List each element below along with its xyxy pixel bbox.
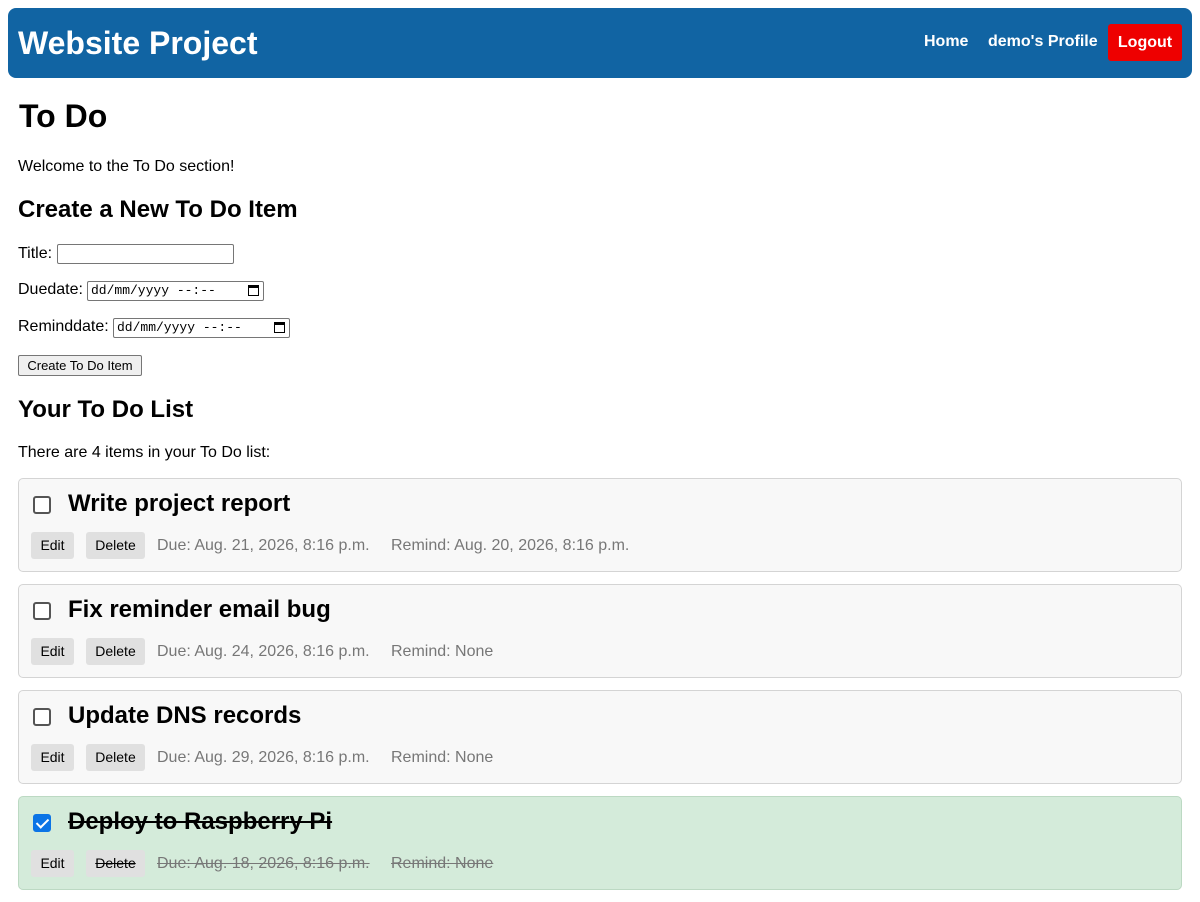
todo-due-date: Due: Aug. 21, 2026, 8:16 p.m. (157, 537, 370, 554)
todo-complete-checkbox[interactable] (33, 496, 51, 514)
todo-complete-checkbox[interactable] (33, 814, 51, 832)
todo-remind-date: Remind: None (391, 643, 494, 660)
todo-due-date: Due: Aug. 29, 2026, 8:16 p.m. (157, 749, 370, 766)
delete-button[interactable]: Delete (86, 532, 145, 559)
duedate-placeholder: dd/mm/yyyy --:-- (91, 283, 216, 298)
todo-remind-date: Remind: None (391, 749, 494, 766)
page-title: To Do (19, 98, 108, 134)
reminddate-input[interactable]: dd/mm/yyyy --:-- (113, 318, 290, 338)
todo-item-title: Write project report (68, 490, 291, 517)
create-todo-button[interactable]: Create To Do Item (18, 355, 142, 376)
create-form-heading: Create a New To Do Item (18, 196, 298, 223)
title-input[interactable] (57, 244, 234, 264)
edit-button[interactable]: Edit (31, 850, 74, 877)
top-navbar: Website Project Home demo's Profile Logo… (8, 8, 1192, 78)
duedate-input[interactable]: dd/mm/yyyy --:-- (87, 281, 264, 301)
nav-home-link[interactable]: Home (924, 32, 968, 52)
site-brand[interactable]: Website Project (18, 24, 257, 62)
todo-item-title: Fix reminder email bug (68, 596, 331, 623)
todo-complete-checkbox[interactable] (33, 708, 51, 726)
todo-list-heading: Your To Do List (18, 396, 194, 423)
calendar-icon[interactable] (248, 285, 259, 296)
title-label: Title: (18, 245, 53, 262)
reminddate-label: Reminddate: (18, 318, 109, 335)
todo-count-text: There are 4 items in your To Do list: (18, 444, 271, 461)
edit-button[interactable]: Edit (31, 744, 74, 771)
calendar-icon[interactable] (274, 322, 285, 333)
nav-profile-link[interactable]: demo's Profile (988, 32, 1098, 52)
todo-item-title: Deploy to Raspberry Pi (68, 808, 333, 835)
delete-button[interactable]: Delete (86, 850, 145, 877)
reminddate-placeholder: dd/mm/yyyy --:-- (117, 320, 242, 335)
todo-item-card: Fix reminder email bug Edit Delete Due: … (18, 584, 1182, 678)
edit-button[interactable]: Edit (31, 532, 74, 559)
todo-remind-date: Remind: Aug. 20, 2026, 8:16 p.m. (391, 537, 630, 554)
todo-due-date: Due: Aug. 24, 2026, 8:16 p.m. (157, 643, 370, 660)
welcome-text: Welcome to the To Do section! (18, 158, 235, 175)
todo-due-date: Due: Aug. 18, 2026, 8:16 p.m. (157, 855, 370, 872)
logout-button[interactable]: Logout (1108, 24, 1182, 61)
edit-button[interactable]: Edit (31, 638, 74, 665)
todo-item-card: Write project report Edit Delete Due: Au… (18, 478, 1182, 572)
todo-item-title: Update DNS records (68, 702, 302, 729)
delete-button[interactable]: Delete (86, 744, 145, 771)
todo-item-card: Update DNS records Edit Delete Due: Aug.… (18, 690, 1182, 784)
todo-item-card-completed: Deploy to Raspberry Pi Edit Delete Due: … (18, 796, 1182, 890)
todo-complete-checkbox[interactable] (33, 602, 51, 620)
duedate-label: Duedate: (18, 281, 83, 298)
todo-remind-date: Remind: None (391, 855, 494, 872)
delete-button[interactable]: Delete (86, 638, 145, 665)
